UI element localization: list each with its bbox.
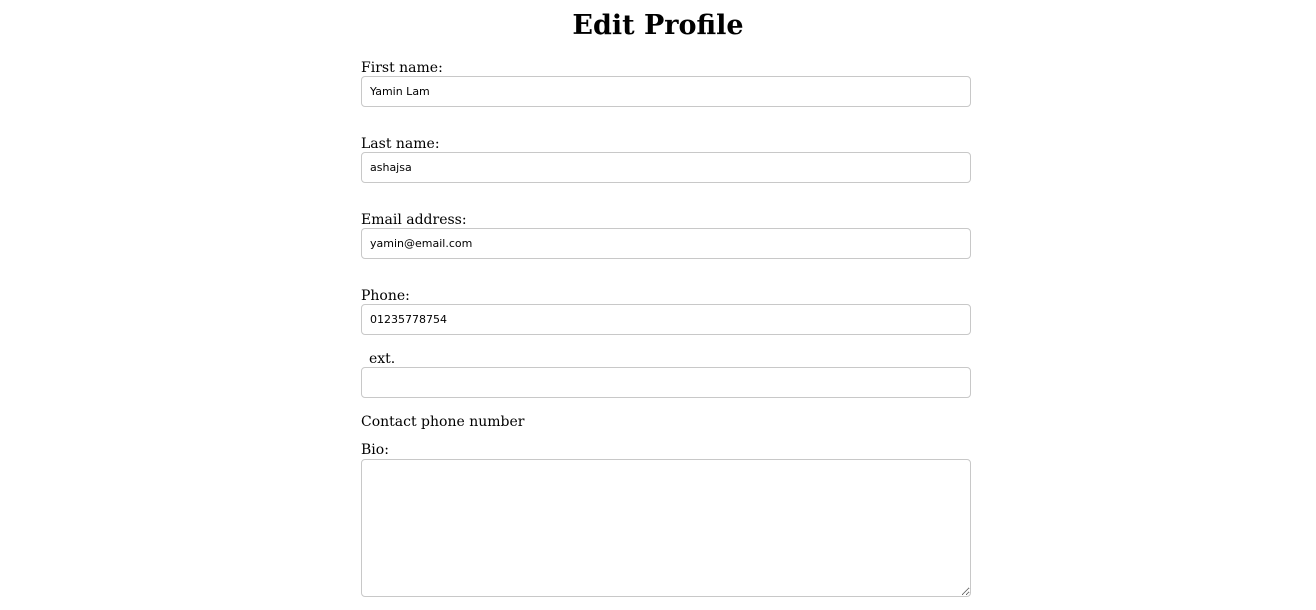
first-name-input[interactable]: [361, 76, 971, 107]
bio-textarea[interactable]: [361, 459, 971, 597]
phone-help-text: Contact phone number: [361, 414, 525, 430]
email-input[interactable]: [361, 228, 971, 259]
first-name-label: First name:: [361, 60, 443, 76]
ext-label: ext.: [369, 351, 396, 367]
page-title: Edit Profile: [572, 10, 744, 41]
ext-input[interactable]: [361, 367, 971, 398]
last-name-label: Last name:: [361, 136, 440, 152]
email-label: Email address:: [361, 212, 467, 228]
phone-label: Phone:: [361, 288, 410, 304]
last-name-input[interactable]: [361, 152, 971, 183]
bio-label: Bio:: [361, 442, 389, 458]
phone-input[interactable]: [361, 304, 971, 335]
